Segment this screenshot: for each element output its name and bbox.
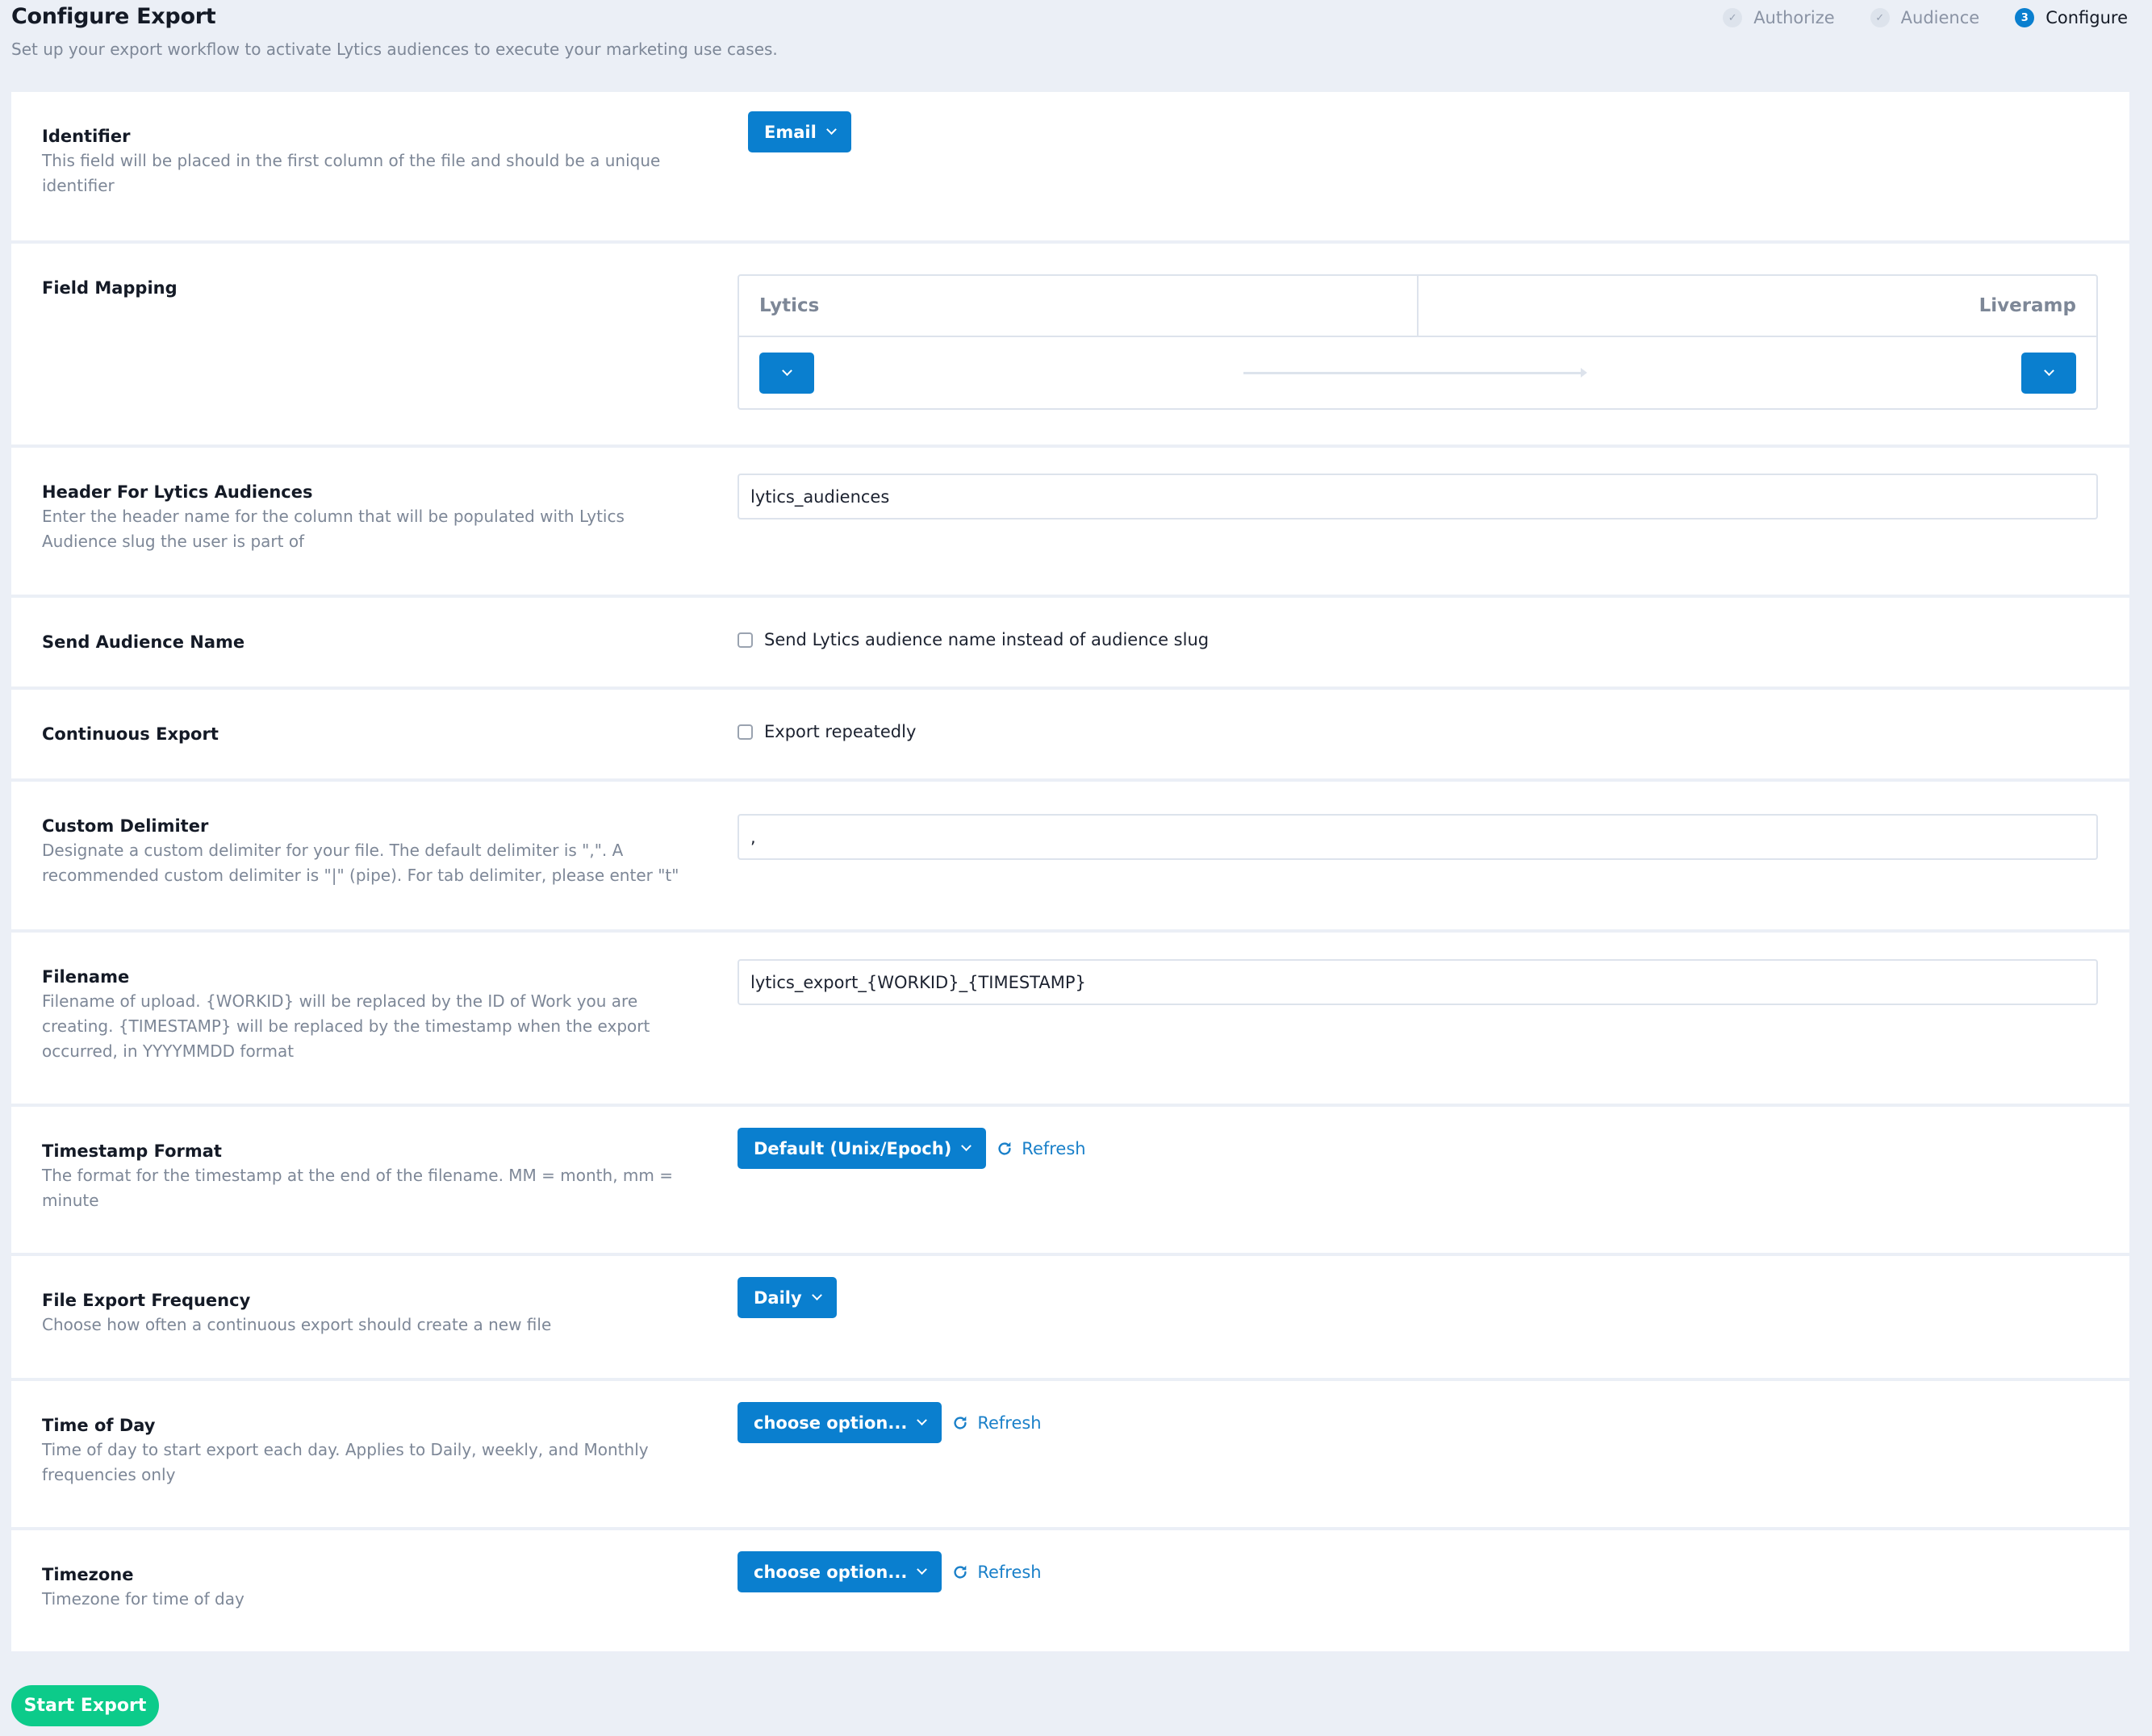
lytics-field-dropdown[interactable] [759, 352, 814, 394]
dropdown-value: Default (Unix/Epoch) [754, 1138, 952, 1158]
filename-input[interactable] [738, 959, 2098, 1005]
section-title: Timezone [42, 1565, 134, 1584]
mapping-header-liveramp: Liveramp [1979, 295, 2076, 316]
dropdown-value: Daily [754, 1287, 802, 1308]
section-file-export-frequency: File Export Frequency Choose how often a… [11, 1256, 2129, 1378]
refresh-icon [998, 1141, 1011, 1155]
export-repeatedly-checkbox[interactable] [738, 724, 753, 740]
step-label: Authorize [1753, 8, 1835, 27]
section-timestamp-format: Timestamp Format The format for the time… [11, 1107, 2129, 1253]
section-timezone: Timezone Timezone for time of day choose… [11, 1530, 2129, 1651]
section-description: This field will be placed in the first c… [42, 151, 661, 195]
time-of-day-refresh-button[interactable]: Refresh [951, 1402, 1042, 1443]
start-export-button[interactable]: Start Export [11, 1685, 159, 1726]
section-title: Send Audience Name [42, 632, 245, 652]
section-header-audiences: Header For Lytics Audiences Enter the he… [11, 448, 2129, 595]
step-label: Audience [1900, 8, 1980, 27]
page-subtitle: Set up your export workflow to activate … [11, 40, 778, 59]
chevron-down-icon [825, 124, 837, 136]
section-title: Field Mapping [42, 278, 178, 298]
step-authorize[interactable]: ✓ Authorize [1723, 8, 1835, 27]
section-description: Designate a custom delimiter for your fi… [42, 841, 679, 885]
step-configure[interactable]: 3 Configure [2015, 8, 2128, 27]
arrow-right-icon [1243, 368, 1587, 378]
dropdown-value: Email [764, 122, 817, 142]
timestamp-refresh-button[interactable]: Refresh [996, 1128, 1086, 1169]
chevron-down-icon [2043, 365, 2054, 376]
checkbox-label: Send Lytics audience name instead of aud… [764, 630, 1210, 649]
section-continuous-export: Continuous Export Export repeatedly [11, 690, 2129, 778]
section-title: Filename [42, 967, 130, 987]
step-audience[interactable]: ✓ Audience [1870, 8, 1980, 27]
chevron-down-icon [781, 365, 792, 376]
checkbox-label: Export repeatedly [764, 722, 917, 741]
send-audience-name-checkbox[interactable] [738, 632, 753, 648]
header-name-input[interactable] [738, 474, 2098, 520]
field-mapping-table: Lytics Liveramp [738, 274, 2098, 410]
section-title: Header For Lytics Audiences [42, 482, 313, 502]
section-time-of-day: Time of Day Time of day to start export … [11, 1381, 2129, 1527]
mapping-header-lytics: Lytics [739, 276, 1419, 336]
timezone-dropdown[interactable]: choose option... [738, 1551, 942, 1592]
section-field-mapping: Field Mapping Lytics Liveramp [11, 244, 2129, 444]
section-filename: Filename Filename of upload. {WORKID} wi… [11, 933, 2129, 1104]
section-description: Filename of upload. {WORKID} will be rep… [42, 991, 650, 1061]
section-title: Identifier [42, 127, 131, 146]
continuous-export-option[interactable]: Export repeatedly [738, 722, 916, 741]
delimiter-input[interactable] [738, 814, 2098, 860]
page-title: Configure Export [11, 4, 216, 29]
section-description: Timezone for time of day [42, 1589, 244, 1609]
time-of-day-dropdown[interactable]: choose option... [738, 1402, 942, 1443]
section-description: Choose how often a continuous export sho… [42, 1315, 552, 1334]
refresh-label: Refresh [977, 1413, 1042, 1433]
section-title: Custom Delimiter [42, 816, 209, 836]
chevron-down-icon [917, 1564, 928, 1575]
section-description: Time of day to start export each day. Ap… [42, 1440, 649, 1484]
timestamp-format-dropdown[interactable]: Default (Unix/Epoch) [738, 1128, 987, 1169]
refresh-label: Refresh [977, 1562, 1042, 1582]
chevron-down-icon [961, 1141, 972, 1152]
refresh-icon [954, 1416, 967, 1429]
liveramp-field-dropdown[interactable] [2021, 352, 2076, 394]
step-number-badge: 3 [2015, 8, 2035, 27]
identifier-dropdown[interactable]: Email [748, 111, 851, 152]
page-header: Configure Export Set up your export work… [11, 3, 778, 61]
wizard-steps: ✓ Authorize ✓ Audience 3 Configure [1723, 8, 2128, 27]
section-identifier: Identifier This field will be placed in … [11, 92, 2129, 240]
send-audience-name-option[interactable]: Send Lytics audience name instead of aud… [738, 630, 1209, 649]
section-send-audience-name: Send Audience Name Send Lytics audience … [11, 598, 2129, 686]
section-custom-delimiter: Custom Delimiter Designate a custom deli… [11, 782, 2129, 929]
dropdown-value: choose option... [754, 1413, 908, 1433]
check-icon: ✓ [1723, 8, 1743, 27]
section-title: Timestamp Format [42, 1141, 222, 1161]
refresh-icon [954, 1565, 967, 1579]
frequency-dropdown[interactable]: Daily [738, 1277, 837, 1318]
section-description: The format for the timestamp at the end … [42, 1166, 673, 1210]
dropdown-value: choose option... [754, 1562, 908, 1582]
chevron-down-icon [917, 1415, 928, 1426]
chevron-down-icon [811, 1290, 822, 1301]
section-description: Enter the header name for the column tha… [42, 507, 625, 551]
configure-form: Identifier This field will be placed in … [11, 92, 2129, 1651]
refresh-label: Refresh [1022, 1138, 1086, 1158]
step-label: Configure [2045, 8, 2128, 27]
timezone-refresh-button[interactable]: Refresh [951, 1551, 1042, 1592]
section-title: File Export Frequency [42, 1291, 251, 1310]
section-title: Time of Day [42, 1416, 156, 1435]
section-title: Continuous Export [42, 724, 219, 744]
check-icon: ✓ [1870, 8, 1890, 27]
